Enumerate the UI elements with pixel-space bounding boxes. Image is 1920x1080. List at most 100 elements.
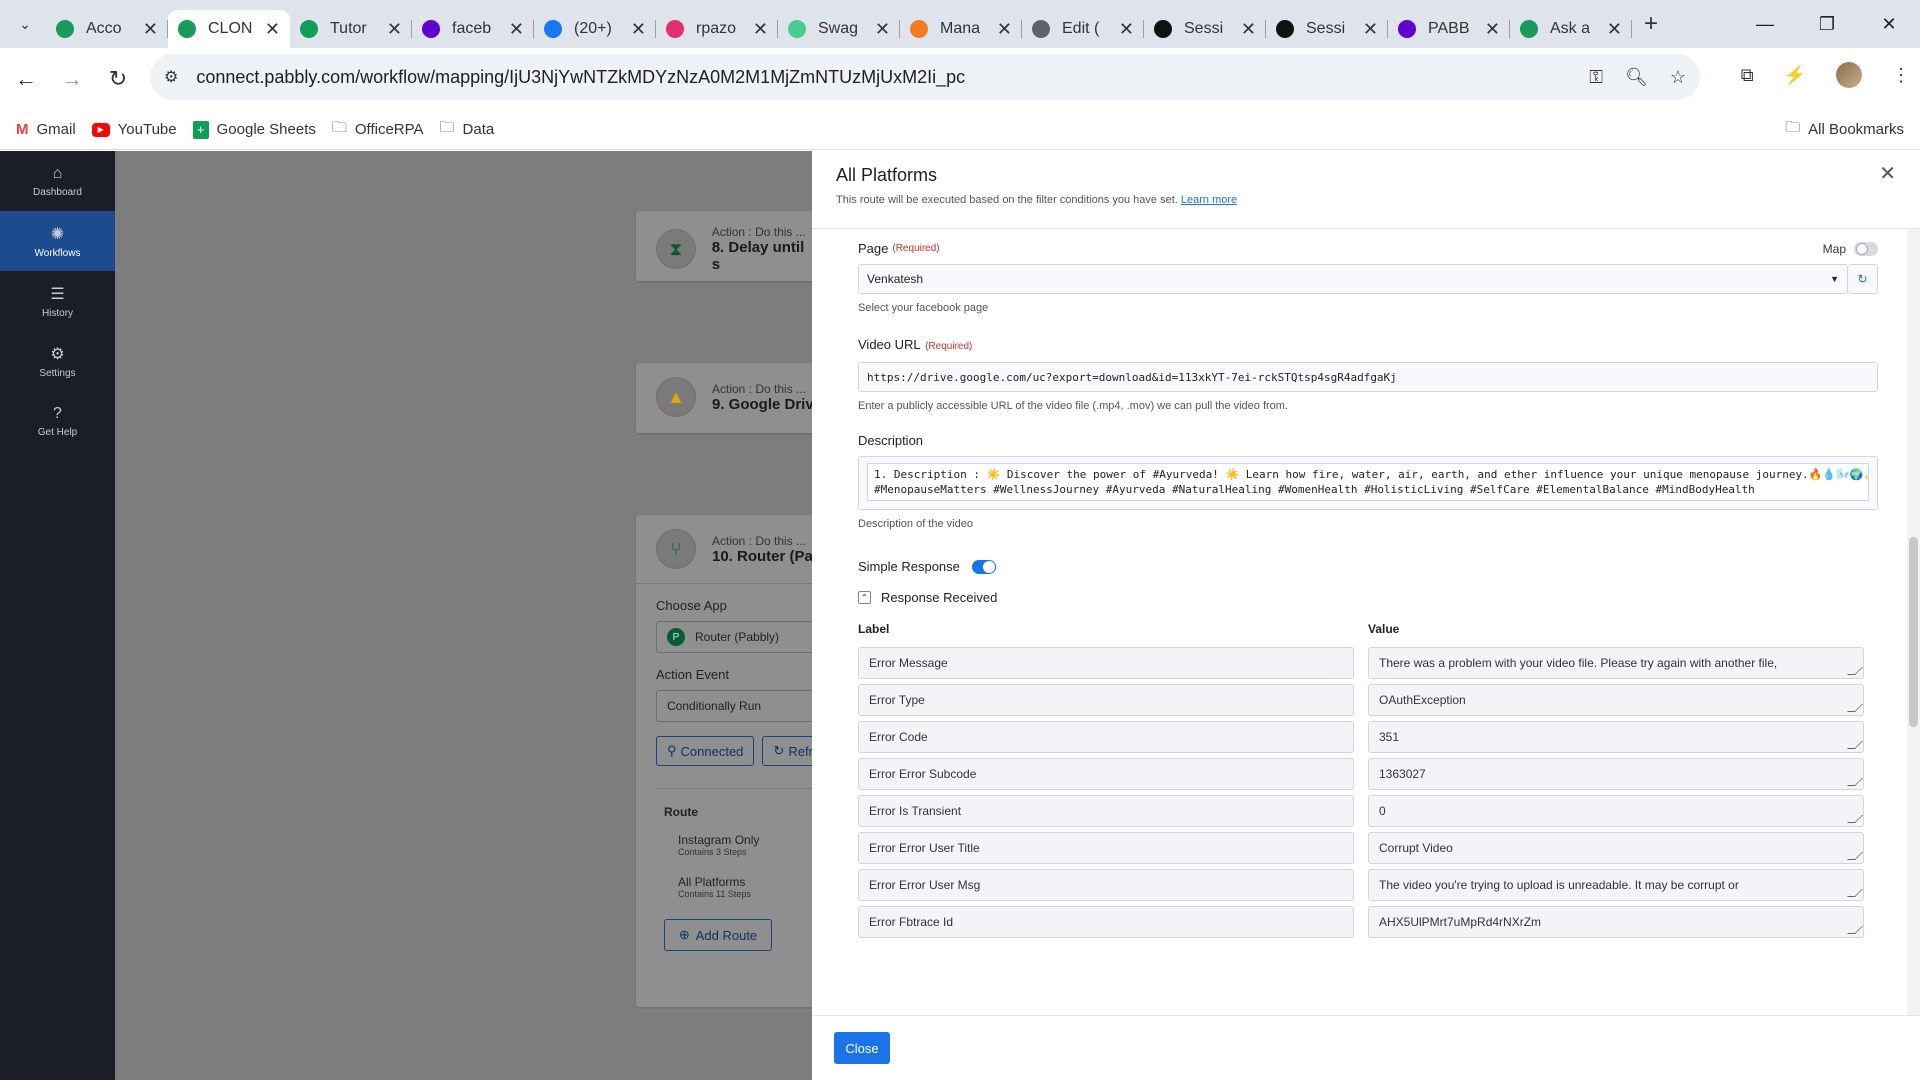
menu-icon[interactable]: ⋮ xyxy=(1892,65,1910,86)
response-value-field[interactable]: 351 xyxy=(1368,721,1864,753)
response-label-field[interactable]: Error Message xyxy=(858,647,1354,679)
response-received-toggle[interactable]: ⌃ Response Received xyxy=(858,590,997,605)
bookmark-officerpa[interactable]: 🗀 OfficeRPA xyxy=(332,117,424,142)
resize-handle-icon[interactable] xyxy=(1847,852,1863,860)
browser-tab[interactable]: Sessi ✕ xyxy=(1144,10,1266,48)
password-key-icon[interactable]: ⚿ xyxy=(1589,67,1603,88)
response-value-field[interactable]: 1363027 xyxy=(1368,758,1864,790)
action-event-select[interactable]: Conditionally Run xyxy=(656,690,816,722)
tab-close-icon[interactable]: ✕ xyxy=(265,19,280,40)
choose-app-select[interactable]: P Router (Pabbly) xyxy=(656,621,816,653)
extensions-icon[interactable]: ⧉ xyxy=(1741,65,1754,86)
sidebar-item-get-help[interactable]: ? Get Help xyxy=(0,391,115,451)
sidebar-item-settings[interactable]: ⚙ Settings xyxy=(0,331,115,391)
bookmark-gmail[interactable]: M Gmail xyxy=(16,121,76,138)
resize-handle-icon[interactable] xyxy=(1847,667,1863,675)
all-bookmarks[interactable]: 🗀 All Bookmarks xyxy=(1785,117,1904,142)
response-label-field[interactable]: Error Error User Title xyxy=(858,832,1354,864)
video-url-input[interactable]: https://drive.google.com/uc?export=downl… xyxy=(858,362,1878,392)
resize-handle-icon[interactable] xyxy=(1847,926,1863,934)
browser-tab[interactable]: (20+) ✕ xyxy=(534,10,656,48)
page-select[interactable]: Venkatesh ▼ xyxy=(858,264,1848,294)
resize-handle-icon[interactable] xyxy=(1847,889,1863,897)
response-value-field[interactable]: AHX5UlPMrt7uMpRd4rNXrZm xyxy=(1368,906,1864,938)
resize-handle-icon[interactable] xyxy=(1847,778,1863,786)
sidebar-item-dashboard[interactable]: ⌂ Dashboard xyxy=(0,151,115,211)
tab-close-icon[interactable]: ✕ xyxy=(509,19,524,40)
browser-tab[interactable]: PABB ✕ xyxy=(1388,10,1510,48)
tab-close-icon[interactable]: ✕ xyxy=(875,19,890,40)
response-label-field[interactable]: Error Code xyxy=(858,721,1354,753)
response-value-field[interactable]: 0 xyxy=(1368,795,1864,827)
tab-close-icon[interactable]: ✕ xyxy=(1363,19,1378,40)
zoom-icon[interactable]: 🔍︎ xyxy=(1625,67,1648,88)
response-label-field[interactable]: Error Fbtrace Id xyxy=(858,906,1354,938)
browser-tab[interactable]: Edit (✕ xyxy=(1022,10,1144,48)
browser-tab[interactable]: Tutor ✕ xyxy=(290,10,412,48)
close-icon[interactable]: ✕ xyxy=(1879,161,1896,186)
bookmark-data[interactable]: 🗀 Data xyxy=(440,117,495,142)
tab-close-icon[interactable]: ✕ xyxy=(387,19,402,40)
resize-handle-icon[interactable] xyxy=(1847,815,1863,823)
site-info-icon[interactable]: ⚙ xyxy=(164,67,178,87)
response-value-field[interactable]: The video you're trying to upload is unr… xyxy=(1368,869,1864,901)
step-card-8[interactable]: ⧗ Action : Do this ... 8. Delay until s xyxy=(636,211,836,281)
connected-button[interactable]: ⚲ Connected xyxy=(656,736,755,766)
tab-close-icon[interactable]: ✕ xyxy=(997,19,1012,40)
browser-tab[interactable]: faceb ✕ xyxy=(412,10,534,48)
tab-search-button[interactable]: ⌄ xyxy=(8,7,42,41)
step-card-9[interactable]: ▲ Action : Do this ... 9. Google Driv xyxy=(636,363,836,433)
scrollbar-thumb[interactable] xyxy=(1909,537,1918,727)
tab-close-icon[interactable]: ✕ xyxy=(1485,19,1500,40)
refresh-page-button[interactable]: ↻ xyxy=(1848,264,1878,294)
bookmark-google-sheets[interactable]: + Google Sheets xyxy=(192,120,316,139)
tab-close-icon[interactable]: ✕ xyxy=(1119,19,1134,40)
browser-tab[interactable]: Mana ✕ xyxy=(900,10,1022,48)
tab-close-icon[interactable]: ✕ xyxy=(143,19,158,40)
simple-response-toggle[interactable] xyxy=(971,559,996,574)
browser-tab[interactable]: CLON ✕ xyxy=(168,10,290,48)
url-text[interactable]: connect.pabbly.com/workflow/mapping/IjU3… xyxy=(196,67,965,88)
browser-tab[interactable]: Acco ✕ xyxy=(46,10,168,48)
reload-icon[interactable]: ↻ xyxy=(98,59,138,99)
response-value-field[interactable]: There was a problem with your video file… xyxy=(1368,647,1864,679)
modal-scrollbar[interactable] xyxy=(1907,229,1920,1015)
address-bar[interactable]: ⚙ connect.pabbly.com/workflow/mapping/Ij… xyxy=(150,54,1700,100)
browser-tab[interactable]: Ask a ✕ xyxy=(1510,10,1632,48)
profile-avatar[interactable] xyxy=(1836,62,1862,88)
tab-close-icon[interactable]: ✕ xyxy=(1607,19,1622,40)
response-label-field[interactable]: Error Is Transient xyxy=(858,795,1354,827)
browser-tab[interactable]: Sessi ✕ xyxy=(1266,10,1388,48)
bookmark-star-icon[interactable]: ☆ xyxy=(1670,67,1686,88)
response-value-field[interactable]: OAuthException xyxy=(1368,684,1864,716)
bookmark-youtube[interactable]: ▶ YouTube xyxy=(91,121,177,138)
browser-tab[interactable]: rpazo ✕ xyxy=(656,10,778,48)
resize-handle-icon[interactable] xyxy=(1847,741,1863,749)
performance-icon[interactable]: ⚡ xyxy=(1784,65,1806,86)
response-value-field[interactable]: Corrupt Video xyxy=(1368,832,1864,864)
description-input[interactable]: 1. Description : ☀️ Discover the power o… xyxy=(858,456,1878,510)
route-item[interactable]: Instagram Only Contains 3 Steps xyxy=(656,833,816,857)
response-label-field[interactable]: Error Error User Msg xyxy=(858,869,1354,901)
tab-close-icon[interactable]: ✕ xyxy=(631,19,646,40)
map-toggle[interactable] xyxy=(1854,241,1878,256)
step-card-10[interactable]: ⑂ Action : Do this ... 10. Router (Pa Ch… xyxy=(636,515,836,1007)
response-label-field[interactable]: Error Error Subcode xyxy=(858,758,1354,790)
forward-icon[interactable]: → xyxy=(52,59,92,99)
learn-more-link[interactable]: Learn more xyxy=(1181,194,1237,206)
sidebar-item-workflows[interactable]: ✺ Workflows xyxy=(0,211,115,271)
tab-close-icon[interactable]: ✕ xyxy=(753,19,768,40)
close-button[interactable]: Close xyxy=(834,1032,890,1064)
route-item[interactable]: All Platforms Contains 11 Steps xyxy=(656,875,816,899)
close-window-icon[interactable]: ✕ xyxy=(1858,0,1920,48)
response-label-field[interactable]: Error Type xyxy=(858,684,1354,716)
new-tab-button[interactable]: + xyxy=(1644,10,1658,38)
tab-close-icon[interactable]: ✕ xyxy=(1241,19,1256,40)
restore-icon[interactable]: ❐ xyxy=(1796,0,1858,48)
add-route-button[interactable]: ⊕ Add Route xyxy=(664,919,772,951)
back-icon[interactable]: ← xyxy=(6,59,46,99)
resize-handle-icon[interactable] xyxy=(1847,704,1863,712)
minimize-icon[interactable]: — xyxy=(1734,0,1796,48)
sidebar-item-history[interactable]: ☰ History xyxy=(0,271,115,331)
browser-tab[interactable]: Swag ✕ xyxy=(778,10,900,48)
